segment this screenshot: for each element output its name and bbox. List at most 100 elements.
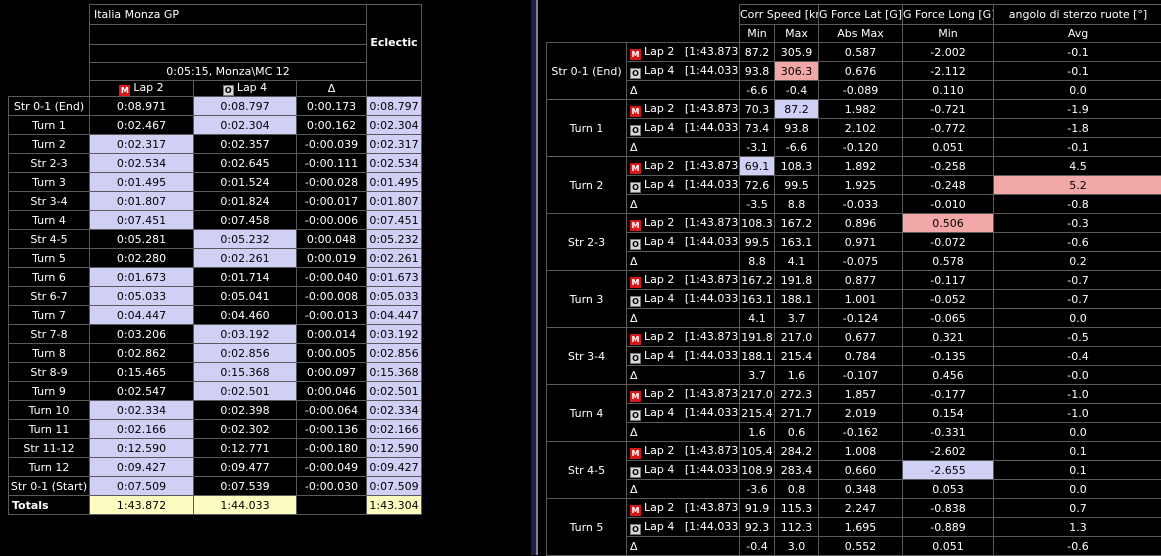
sector-name: Str 2-3 <box>9 154 90 173</box>
steer-avg: 0.1 <box>994 442 1161 461</box>
lap-a-label[interactable]: MLap 2 [1:43.873] <box>627 385 740 404</box>
lap-b-label[interactable]: OLap 4 [1:44.033] <box>627 290 740 309</box>
lap-a-label[interactable]: MLap 2 [1:43.873] <box>627 214 740 233</box>
lap-b-label[interactable]: OLap 4 [1:44.033] <box>627 347 740 366</box>
glat-absmax: -0.089 <box>819 81 903 100</box>
delta-label: Δ <box>627 252 740 271</box>
stat-row: Δ-3.1-6.6-0.1200.051-0.1 <box>547 138 1161 157</box>
glat-absmax: 0.660 <box>819 461 903 480</box>
lap-a-time: 0:02.547 <box>90 382 194 401</box>
steer-avg: 0.0 <box>994 309 1161 328</box>
sector-name: Turn 2 <box>9 135 90 154</box>
delta-label: Δ <box>627 195 740 214</box>
lap-a-time: 0:03.206 <box>90 325 194 344</box>
steer-avg: 0.0 <box>994 423 1161 442</box>
speed-max: 284.2 <box>775 442 819 461</box>
glong-min: -0.248 <box>903 176 994 195</box>
lap-a-label[interactable]: MLap 2 [1:43.873] <box>627 157 740 176</box>
steer-avg: -0.1 <box>994 138 1161 157</box>
speed-min: 217.0 <box>740 385 775 404</box>
lap-a-label[interactable]: MLap 2 [1:43.873] <box>627 43 740 62</box>
speed-min: 73.4 <box>740 119 775 138</box>
steer-avg: 1.3 <box>994 518 1161 537</box>
other-lap-icon: O <box>630 182 641 193</box>
lap-a-label[interactable]: MLap 2 [1:43.873] <box>627 499 740 518</box>
steer-avg: 0.1 <box>994 461 1161 480</box>
sector-name: Str 3-4 <box>9 192 90 211</box>
min2-subheader: Min <box>903 25 994 43</box>
stat-row: Δ-6.6-0.4-0.0890.1100.0 <box>547 81 1161 100</box>
delta-time: -0:00.008 <box>297 287 367 306</box>
lap-b-label[interactable]: OLap 4 [1:44.033] <box>627 461 740 480</box>
sector-name: Str 0-1 (End) <box>9 97 90 116</box>
lap-b-time: 0:05.041 <box>194 287 297 306</box>
motec-lap-icon: M <box>630 106 641 117</box>
lap-b-label[interactable]: OLap 4 [1:44.033] <box>627 404 740 423</box>
sector-row: Turn 10:02.4670:02.3040:00.1620:02.304 <box>9 116 422 135</box>
lap-b-label[interactable]: OLap 4 [1:44.033] <box>627 233 740 252</box>
lap-a-time: 0:02.334 <box>90 401 194 420</box>
steer-avg: -0.5 <box>994 328 1161 347</box>
sector-row: Turn 110:02.1660:02.302-0:00.1360:02.166 <box>9 420 422 439</box>
totals-delta <box>297 496 367 515</box>
lap-a-time: 0:04.447 <box>90 306 194 325</box>
eclectic-time: 0:07.451 <box>367 211 422 230</box>
speed-max: 283.4 <box>775 461 819 480</box>
motec-lap-icon: M <box>630 163 641 174</box>
eclectic-time: 0:01.495 <box>367 173 422 192</box>
speed-max: 306.3 <box>775 62 819 81</box>
corr-speed-header: Corr Speed [km/h] <box>740 5 819 25</box>
sector-name: Str 11-12 <box>9 439 90 458</box>
lap-a-label[interactable]: MLap 2 [1:43.873] <box>627 271 740 290</box>
lap-b-label[interactable]: OLap 4 [1:44.033] <box>627 119 740 138</box>
sector-row: Str 0-1 (End)0:08.9710:08.7970:00.1730:0… <box>9 97 422 116</box>
event-title: Italia Monza GP <box>90 5 367 25</box>
lap-a-label[interactable]: MLap 2 [1:43.873] <box>627 328 740 347</box>
motec-lap-icon: M <box>630 505 641 516</box>
lap-b-label[interactable]: OLap 4 [1:44.033] <box>627 518 740 537</box>
glat-absmax: 0.676 <box>819 62 903 81</box>
lap-b-header[interactable]: OLap 4 <box>194 81 297 97</box>
sector-name: Turn 11 <box>9 420 90 439</box>
lap-a-label[interactable]: MLap 2 [1:43.873] <box>627 100 740 119</box>
lap-b-label[interactable]: OLap 4 [1:44.033] <box>627 176 740 195</box>
delta-time: -0:00.017 <box>297 192 367 211</box>
other-lap-icon: O <box>223 85 234 96</box>
panel-divider-line <box>536 0 538 555</box>
lap-b-label[interactable]: OLap 4 [1:44.033] <box>627 62 740 81</box>
stat-row: Turn 1MLap 2 [1:43.873]70.387.21.982-0.7… <box>547 100 1161 119</box>
lap-a-header[interactable]: MLap 2 <box>90 81 194 97</box>
eclectic-time: 0:02.334 <box>367 401 422 420</box>
stat-row: Δ-0.43.00.5520.051-0.6 <box>547 537 1161 556</box>
stat-row: Str 3-4MLap 2 [1:43.873]191.8217.00.6770… <box>547 328 1161 347</box>
steer-avg: 0.0 <box>994 81 1161 100</box>
speed-min: 4.1 <box>740 309 775 328</box>
lap-a-label[interactable]: MLap 2 [1:43.873] <box>627 442 740 461</box>
sector-name: Turn 9 <box>9 382 90 401</box>
absmax-subheader: Abs Max <box>819 25 903 43</box>
lap-a-time: 0:02.862 <box>90 344 194 363</box>
stat-row: Δ-3.58.8-0.033-0.010-0.8 <box>547 195 1161 214</box>
glat-absmax: 1.695 <box>819 518 903 537</box>
delta-label: Δ <box>627 366 740 385</box>
steer-avg: -1.0 <box>994 385 1161 404</box>
lap-b-time: 0:03.192 <box>194 325 297 344</box>
eclectic-time: 0:02.261 <box>367 249 422 268</box>
glong-min: -0.721 <box>903 100 994 119</box>
steer-avg: -0.7 <box>994 290 1161 309</box>
stat-row: Str 4-5MLap 2 [1:43.873]105.4284.21.008-… <box>547 442 1161 461</box>
lap-a-time: 0:07.451 <box>90 211 194 230</box>
section-name: Turn 1 <box>547 100 627 157</box>
totals-row: Totals1:43.8721:44.0331:43.304 <box>9 496 422 515</box>
glong-min: -2.602 <box>903 442 994 461</box>
steer-avg: -0.7 <box>994 271 1161 290</box>
glong-min: -0.258 <box>903 157 994 176</box>
lap-b-time: 0:05.232 <box>194 230 297 249</box>
stat-row: Turn 5MLap 2 [1:43.873]91.9115.32.247-0.… <box>547 499 1161 518</box>
totals-label: Totals <box>9 496 90 515</box>
sector-name: Turn 3 <box>9 173 90 192</box>
steer-avg: 4.5 <box>994 157 1161 176</box>
glong-min: -2.002 <box>903 43 994 62</box>
eclectic-time: 0:02.501 <box>367 382 422 401</box>
delta-time: 0:00.048 <box>297 230 367 249</box>
